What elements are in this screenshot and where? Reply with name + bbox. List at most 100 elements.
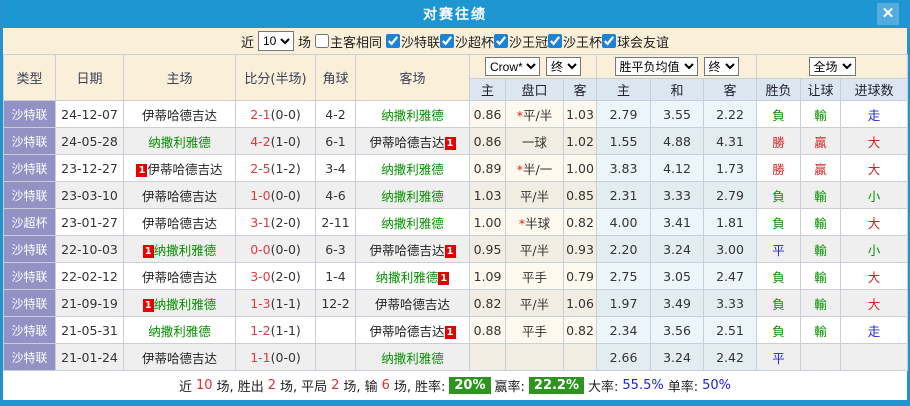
sub-header-handicap-result: 让球 xyxy=(801,79,841,101)
avg-away-cell: 2.22 xyxy=(704,101,757,128)
match-date-cell: 23-03-10 xyxy=(56,182,124,209)
home-odds-cell: 1.03 xyxy=(470,182,506,209)
match-date-cell: 23-01-27 xyxy=(56,209,124,236)
match-date-cell: 21-09-19 xyxy=(56,290,124,317)
home-team-cell: 纳撒利雅德 xyxy=(124,317,236,344)
corner-cell: 12-2 xyxy=(316,290,356,317)
table-row: 沙特联22-02-12伊蒂哈德吉达3-0(2-0)1-4纳撒利雅德11.09平手… xyxy=(4,263,908,290)
avg-away-cell: 4.31 xyxy=(704,128,757,155)
away-team-cell: 纳撒利雅德 xyxy=(356,182,470,209)
wdl-result-cell: 負 xyxy=(757,101,801,128)
avg-draw-cell: 3.33 xyxy=(651,182,704,209)
summary-near-value: 10 xyxy=(196,378,213,393)
avg-draw-cell: 4.12 xyxy=(651,155,704,182)
away-odds-cell: 1.06 xyxy=(564,290,597,317)
avg-away-cell: 2.51 xyxy=(704,317,757,344)
close-icon[interactable]: ✕ xyxy=(877,3,899,25)
league-checkbox[interactable] xyxy=(602,34,616,48)
home-team-cell: 1纳撒利雅德 xyxy=(124,290,236,317)
summary-win-label: 胜出 xyxy=(238,376,264,395)
league-filter-group: 沙特联沙超杯沙王冠沙王杯球会友谊 xyxy=(386,32,669,51)
table-row: 沙特联21-09-191纳撒利雅德1-3(1-1)12-2伊蒂哈德吉达0.82平… xyxy=(4,290,908,317)
league-checkbox[interactable] xyxy=(386,34,400,48)
match-date-cell: 24-05-28 xyxy=(56,128,124,155)
full-match-header: 全场 xyxy=(757,55,908,79)
col-header-type: 类型 xyxy=(4,55,56,101)
same-venue-checkbox-label[interactable]: 主客相同 xyxy=(315,32,382,51)
goals-result-cell: 小 xyxy=(841,236,908,263)
match-date-cell: 22-10-03 xyxy=(56,236,124,263)
away-team-cell: 纳撒利雅德 xyxy=(356,155,470,182)
sub-header-odds-away: 客 xyxy=(564,79,597,101)
odds-time-select-2[interactable]: 终 xyxy=(704,57,739,76)
summary-single-rate-label: 单率: xyxy=(668,376,698,395)
match-date-cell: 24-12-07 xyxy=(56,101,124,128)
odds-source-select[interactable]: Crow* xyxy=(485,57,540,76)
sub-header-avg-away: 客 xyxy=(704,79,757,101)
avg-away-cell: 3.00 xyxy=(704,236,757,263)
corner-cell xyxy=(316,344,356,371)
wdl-result-cell: 負 xyxy=(757,263,801,290)
summary-winrate-label: 胜率: xyxy=(415,376,445,395)
wdl-result-cell: 負 xyxy=(757,317,801,344)
wdl-result-cell: 勝 xyxy=(757,155,801,182)
league-checkbox[interactable] xyxy=(440,34,454,48)
league-checkbox-label-0[interactable]: 沙特联 xyxy=(386,32,440,51)
sub-header-wdl: 胜负 xyxy=(757,79,801,101)
games-label: 场 xyxy=(298,32,311,51)
handicap-cell: 平手 xyxy=(506,263,564,290)
avg-draw-cell: 3.24 xyxy=(651,344,704,371)
same-venue-checkbox[interactable] xyxy=(315,34,329,48)
score-cell: 1-2(1-1) xyxy=(236,317,316,344)
handicap-cell: 平/半 xyxy=(506,182,564,209)
summary-draw-value: 2 xyxy=(331,378,339,393)
home-odds-cell: 0.88 xyxy=(470,317,506,344)
home-odds-cell: 0.95 xyxy=(470,236,506,263)
score-cell: 3-1(2-0) xyxy=(236,209,316,236)
corner-cell: 2-11 xyxy=(316,209,356,236)
home-team-cell: 纳撒利雅德 xyxy=(124,128,236,155)
summary-lose-value: 6 xyxy=(382,378,390,393)
summary-winrate-badge: 20% xyxy=(449,377,490,394)
col-header-date: 日期 xyxy=(56,55,124,101)
goals-result-cell: 大 xyxy=(841,155,908,182)
red-card-badge: 1 xyxy=(445,245,456,258)
match-count-select[interactable]: 10 xyxy=(258,31,294,51)
home-odds-cell: 0.82 xyxy=(470,290,506,317)
sub-header-avg-draw: 和 xyxy=(651,79,704,101)
wdl-result-cell: 勝 xyxy=(757,128,801,155)
match-type-cell: 沙特联 xyxy=(4,155,56,182)
away-odds-cell: 0.82 xyxy=(564,209,597,236)
h2h-popup-window: 对赛往绩 ✕ 近 10 场 主客相同 沙特联沙超杯沙王冠沙王杯球会友谊 类型 日… xyxy=(0,0,910,406)
away-odds-cell: 0.85 xyxy=(564,182,597,209)
away-team-cell: 纳撒利雅德1 xyxy=(356,263,470,290)
wdl-result-cell: 平 xyxy=(757,236,801,263)
avg-odds-select[interactable]: 胜平负均值 xyxy=(615,57,698,76)
home-odds-cell: 0.86 xyxy=(470,101,506,128)
summary-near-label: 近 xyxy=(179,376,192,395)
avg-odds-header: 胜平负均值终 xyxy=(597,55,757,79)
handicap-cell: *半球 xyxy=(506,209,564,236)
score-cell: 3-0(2-0) xyxy=(236,263,316,290)
near-label: 近 xyxy=(241,32,254,51)
red-card-badge: 1 xyxy=(445,137,456,150)
league-checkbox-label-2[interactable]: 沙王冠 xyxy=(494,32,548,51)
league-checkbox-label-4[interactable]: 球会友谊 xyxy=(602,32,669,51)
table-row: 沙特联24-05-28纳撒利雅德4-2(1-0)6-1伊蒂哈德吉达10.86一球… xyxy=(4,128,908,155)
league-checkbox[interactable] xyxy=(548,34,562,48)
handicap-cell: *半/一 xyxy=(506,155,564,182)
summary-handicap-rate-label: 赢率: xyxy=(495,376,525,395)
league-checkbox-label-3[interactable]: 沙王杯 xyxy=(548,32,602,51)
handicap-cell: 一球 xyxy=(506,128,564,155)
score-cell: 1-3(1-1) xyxy=(236,290,316,317)
home-odds-cell: 1.00 xyxy=(470,209,506,236)
home-team-cell: 伊蒂哈德吉达 xyxy=(124,182,236,209)
away-team-cell: 伊蒂哈德吉达1 xyxy=(356,317,470,344)
table-row: 沙特联24-12-07伊蒂哈德吉达2-1(0-0)4-2纳撒利雅德0.86*平/… xyxy=(4,101,908,128)
handicap-cell: 平/半 xyxy=(506,236,564,263)
full-match-select[interactable]: 全场 xyxy=(809,57,856,76)
odds-time-select-1[interactable]: 终 xyxy=(546,57,581,76)
summary-single-rate-value: 50% xyxy=(702,378,731,393)
league-checkbox-label-1[interactable]: 沙超杯 xyxy=(440,32,494,51)
league-checkbox[interactable] xyxy=(494,34,508,48)
